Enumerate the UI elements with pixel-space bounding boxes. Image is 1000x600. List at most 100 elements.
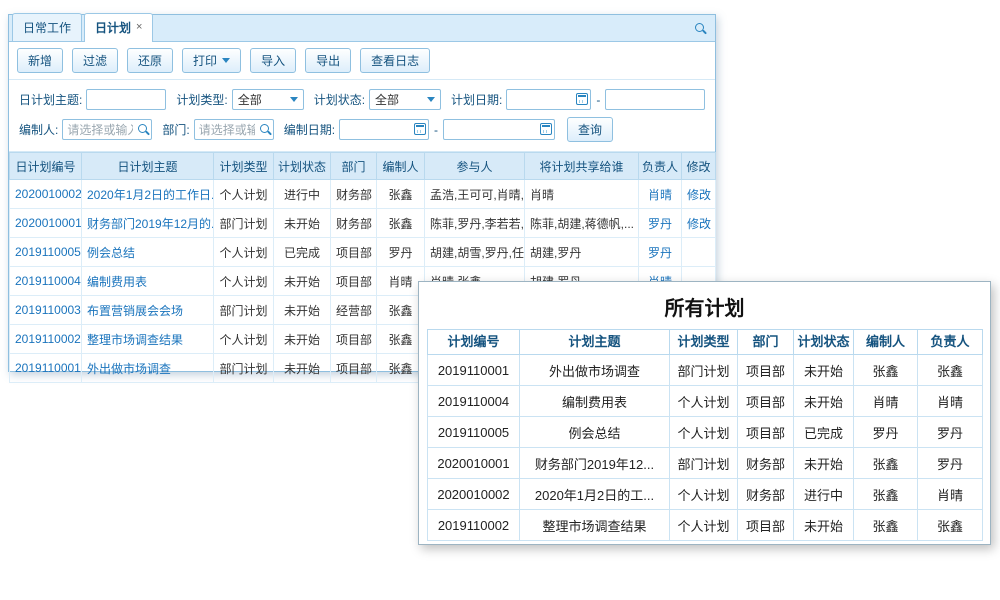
edit-date-to xyxy=(443,119,555,140)
cell[interactable]: 2020010001 xyxy=(10,209,82,238)
table-row[interactable]: 2019110005例会总结个人计划已完成项目部罗丹胡建,胡雪,罗丹,任晓...… xyxy=(10,238,716,267)
cell: 罗丹 xyxy=(854,417,918,448)
column-header[interactable]: 部门 xyxy=(331,153,377,180)
cell: 个人计划 xyxy=(214,238,274,267)
plan-subject-input[interactable] xyxy=(86,89,166,110)
column-header[interactable]: 编制人 xyxy=(377,153,425,180)
cell[interactable]: 外出做市场调查 xyxy=(82,354,214,383)
cell[interactable]: 例会总结 xyxy=(82,238,214,267)
column-header[interactable]: 计划主题 xyxy=(520,330,670,355)
cell: 个人计划 xyxy=(670,386,738,417)
column-header[interactable]: 计划编号 xyxy=(428,330,520,355)
table-row[interactable]: 20200100022020年1月2日的工...个人计划财务部进行中张鑫肖晴 xyxy=(428,479,983,510)
column-header[interactable]: 计划状态 xyxy=(274,153,331,180)
column-header[interactable]: 日计划编号 xyxy=(10,153,82,180)
cell: 已完成 xyxy=(274,238,331,267)
toolbar: 新增 过滤 还原 打印 导入 导出 查看日志 xyxy=(9,42,715,80)
calendar-icon[interactable] xyxy=(576,93,588,105)
table-row[interactable]: 2019110002整理市场调查结果个人计划项目部未开始张鑫张鑫 xyxy=(428,510,983,541)
table-row[interactable]: 20200100022020年1月2日的工作日...个人计划进行中财务部张鑫孟浩… xyxy=(10,180,716,209)
query-button[interactable]: 查询 xyxy=(567,117,613,142)
cell[interactable]: 2020年1月2日的工作日... xyxy=(82,180,214,209)
header-row: 日计划编号日计划主题计划类型计划状态部门编制人参与人将计划共享给谁负责人修改 xyxy=(10,153,716,180)
export-button[interactable]: 导出 xyxy=(305,48,351,73)
cell[interactable]: 财务部门2019年12月的... xyxy=(82,209,214,238)
edit-date-to-input[interactable] xyxy=(443,119,555,140)
column-header[interactable]: 负责人 xyxy=(639,153,682,180)
cell: 2020年1月2日的工... xyxy=(520,479,670,510)
cell: 未开始 xyxy=(794,510,854,541)
cell[interactable]: 修改 xyxy=(682,180,716,209)
plan-status-select[interactable]: 全部 xyxy=(369,89,441,110)
view-log-button[interactable]: 查看日志 xyxy=(360,48,430,73)
cell[interactable]: 修改 xyxy=(682,209,716,238)
column-header[interactable]: 计划状态 xyxy=(794,330,854,355)
table-row[interactable]: 2019110004编制费用表个人计划项目部未开始肖晴肖晴 xyxy=(428,386,983,417)
cell: 部门计划 xyxy=(670,448,738,479)
filter-button[interactable]: 过滤 xyxy=(72,48,118,73)
table-row[interactable]: 2020010001财务部门2019年12...部门计划财务部未开始张鑫罗丹 xyxy=(428,448,983,479)
cell: 已完成 xyxy=(794,417,854,448)
cell: 未开始 xyxy=(274,354,331,383)
cell: 2020010002 xyxy=(428,479,520,510)
cell[interactable]: 2019110004 xyxy=(10,267,82,296)
column-header[interactable]: 计划类型 xyxy=(670,330,738,355)
cell: 未开始 xyxy=(274,209,331,238)
column-header[interactable]: 计划类型 xyxy=(214,153,274,180)
button-label: 导出 xyxy=(316,52,340,69)
cell[interactable]: 2019110003 xyxy=(10,296,82,325)
cell[interactable]: 2019110002 xyxy=(10,325,82,354)
add-button[interactable]: 新增 xyxy=(17,48,63,73)
calendar-icon[interactable] xyxy=(540,123,552,135)
magnifier-icon[interactable] xyxy=(137,123,150,136)
table-row[interactable]: 2019110001外出做市场调查部门计划项目部未开始张鑫张鑫 xyxy=(428,355,983,386)
cell: 未开始 xyxy=(274,325,331,354)
cell: 罗丹 xyxy=(377,238,425,267)
cell: 2020010001 xyxy=(428,448,520,479)
plan-date-label: 计划日期: xyxy=(451,91,502,108)
close-tab-icon[interactable]: × xyxy=(136,22,142,33)
tab-label: 日常工作 xyxy=(23,19,71,36)
cell[interactable]: 罗丹 xyxy=(639,238,682,267)
table-row[interactable]: 2020010001财务部门2019年12月的...部门计划未开始财务部张鑫陈菲… xyxy=(10,209,716,238)
button-label: 新增 xyxy=(28,52,52,69)
plan-date-to-input[interactable] xyxy=(605,89,705,110)
table-row[interactable]: 2019110005例会总结个人计划项目部已完成罗丹罗丹 xyxy=(428,417,983,448)
cell[interactable]: 2019110005 xyxy=(10,238,82,267)
print-button[interactable]: 打印 xyxy=(182,48,241,73)
cell: 个人计划 xyxy=(670,417,738,448)
all-plans-table: 计划编号计划主题计划类型部门计划状态编制人负责人 2019110001外出做市场… xyxy=(427,329,983,541)
tab-daily-plan[interactable]: 日计划 × xyxy=(84,13,153,42)
restore-button[interactable]: 还原 xyxy=(127,48,173,73)
magnifier-icon[interactable] xyxy=(259,123,272,136)
window-search-icon[interactable] xyxy=(694,22,707,40)
cell[interactable]: 布置营销展会会场 xyxy=(82,296,214,325)
tab-daily-work[interactable]: 日常工作 xyxy=(12,13,82,41)
cell[interactable]: 编制费用表 xyxy=(82,267,214,296)
column-header[interactable]: 部门 xyxy=(738,330,794,355)
chevron-down-icon xyxy=(290,97,298,102)
cell[interactable]: 罗丹 xyxy=(639,209,682,238)
cell: 个人计划 xyxy=(214,267,274,296)
cell[interactable]: 2019110001 xyxy=(10,354,82,383)
column-header[interactable]: 日计划主题 xyxy=(82,153,214,180)
cell: 部门计划 xyxy=(214,354,274,383)
cell: 项目部 xyxy=(738,417,794,448)
filter-row-1: 日计划主题: 计划类型: 全部 计划状态: 全部 计划日期: - xyxy=(17,89,707,110)
popup-title: 所有计划 xyxy=(427,292,982,321)
column-header[interactable]: 参与人 xyxy=(425,153,525,180)
column-header[interactable]: 将计划共享给谁 xyxy=(525,153,639,180)
cell: 进行中 xyxy=(794,479,854,510)
import-button[interactable]: 导入 xyxy=(250,48,296,73)
cell[interactable]: 肖晴 xyxy=(639,180,682,209)
cell: 张鑫 xyxy=(918,355,983,386)
plan-type-select[interactable]: 全部 xyxy=(232,89,304,110)
button-label: 查询 xyxy=(578,121,602,138)
cell: 肖晴 xyxy=(525,180,639,209)
cell[interactable]: 整理市场调查结果 xyxy=(82,325,214,354)
column-header[interactable]: 编制人 xyxy=(854,330,918,355)
cell[interactable]: 2020010002 xyxy=(10,180,82,209)
calendar-icon[interactable] xyxy=(414,123,426,135)
column-header[interactable]: 负责人 xyxy=(918,330,983,355)
column-header[interactable]: 修改 xyxy=(682,153,716,180)
